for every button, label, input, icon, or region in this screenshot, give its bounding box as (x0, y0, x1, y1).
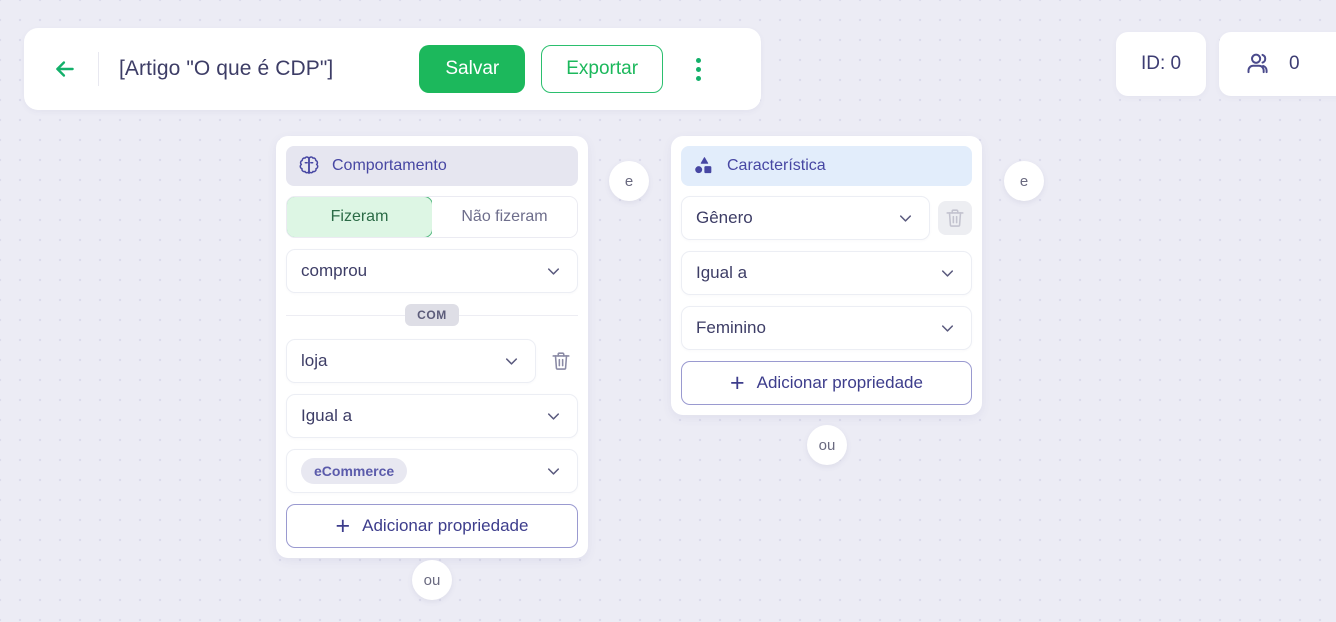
behavior-mode-toggle: Fizeram Não fizeram (286, 196, 578, 238)
behavior-mode-did[interactable]: Fizeram (287, 197, 433, 237)
behavior-value-select[interactable]: eCommerce (286, 449, 578, 493)
save-button[interactable]: Salvar (419, 45, 526, 93)
behavior-with-divider: COM (286, 304, 578, 326)
toolbar-divider (98, 52, 99, 86)
audience-count-value: 0 (1289, 53, 1300, 74)
plus-icon: + (730, 368, 745, 397)
export-button[interactable]: Exportar (541, 45, 664, 93)
behavior-value-chip: eCommerce (301, 458, 408, 484)
trait-property-value: Gênero (696, 208, 753, 227)
chevron-down-icon (938, 264, 957, 283)
connector-or-2[interactable]: ou (807, 425, 847, 465)
behavior-delete-property-button[interactable] (544, 344, 578, 378)
arrow-left-icon (56, 61, 74, 77)
trait-operator-value: Igual a (696, 263, 748, 282)
editor-toolbar: [Artigo "O que é CDP"] Salvar Exportar (24, 28, 761, 110)
connector-and-1[interactable]: e (609, 161, 649, 201)
behavior-property-select[interactable]: loja (286, 339, 536, 383)
brain-icon (299, 156, 319, 175)
behavior-event-select[interactable]: comprou (286, 249, 578, 293)
trait-card-title: Característica (727, 157, 826, 174)
chevron-down-icon (544, 462, 563, 481)
behavior-condition-card: Comportamento Fizeram Não fizeram compro… (276, 136, 588, 558)
segment-id-badge: ID: 0 (1116, 32, 1206, 96)
page-title: [Artigo "O que é CDP"] (119, 57, 334, 80)
chevron-down-icon (938, 319, 957, 338)
chevron-down-icon (544, 407, 563, 426)
trait-card-header: Característica (681, 146, 972, 186)
plus-icon: + (335, 511, 351, 540)
segment-id-label: ID: 0 (1140, 53, 1182, 74)
connector-and-2[interactable]: e (1004, 161, 1044, 201)
trait-property-row: Gênero (681, 196, 972, 240)
back-button[interactable] (50, 54, 80, 84)
behavior-event-value: comprou (301, 261, 368, 280)
trait-property-select[interactable]: Gênero (681, 196, 930, 240)
chevron-down-icon (502, 352, 521, 371)
connector-or-1[interactable]: ou (412, 560, 452, 600)
trait-condition-card: Característica Gênero Igual a Feminino +… (671, 136, 982, 415)
audience-count-badge: 0 (1219, 32, 1336, 96)
behavior-card-title: Comportamento (332, 157, 447, 174)
trait-operator-select[interactable]: Igual a (681, 251, 972, 295)
shapes-icon (695, 157, 712, 174)
behavior-operator-value: Igual a (301, 406, 353, 425)
users-icon (1247, 53, 1268, 74)
trait-add-property-button[interactable]: + Adicionar propriedade (681, 361, 972, 405)
trait-value-select[interactable]: Feminino (681, 306, 972, 350)
behavior-value-chip-wrap: eCommerce (301, 458, 544, 484)
trash-icon (946, 209, 964, 227)
chevron-down-icon (544, 262, 563, 281)
kebab-menu-icon[interactable] (685, 49, 711, 89)
behavior-add-property-label: Adicionar propriedade (362, 516, 529, 535)
behavior-operator-select[interactable]: Igual a (286, 394, 578, 438)
trait-add-property-label: Adicionar propriedade (756, 373, 923, 392)
trait-delete-property-button (938, 201, 972, 235)
trash-icon (552, 352, 570, 370)
kebab-dot (695, 66, 701, 72)
chevron-down-icon (896, 209, 915, 228)
behavior-property-value: loja (301, 351, 328, 370)
behavior-property-row: loja (286, 339, 578, 383)
behavior-add-property-button[interactable]: + Adicionar propriedade (286, 504, 578, 548)
behavior-card-header: Comportamento (286, 146, 578, 186)
kebab-dot (695, 57, 701, 63)
kebab-dot (695, 75, 701, 81)
trait-value: Feminino (696, 318, 766, 337)
behavior-mode-did-not[interactable]: Não fizeram (432, 197, 577, 237)
behavior-with-label: COM (405, 304, 459, 326)
